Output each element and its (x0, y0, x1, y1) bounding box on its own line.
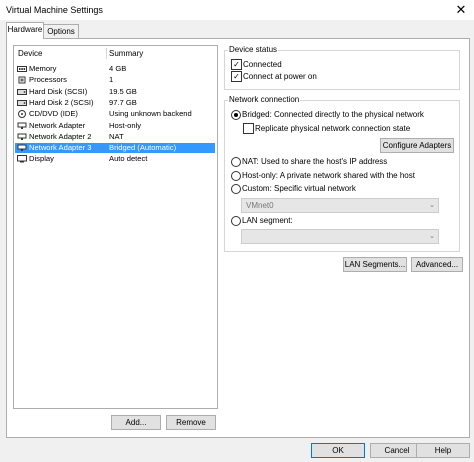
connect-at-power-on-label[interactable]: Connect at power on (243, 72, 317, 81)
host-only-radio[interactable] (231, 171, 241, 181)
device-row[interactable]: Hard Disk 2 (SCSI) 97.7 GB (15, 98, 215, 108)
ok-button[interactable]: OK (311, 443, 365, 458)
cd-dvd-icon (17, 110, 27, 119)
memory-icon (17, 65, 27, 73)
device-row[interactable]: Processors 1 (15, 75, 215, 85)
device-column-header[interactable]: Device (18, 49, 42, 58)
device-name: Hard Disk (SCSI) (29, 86, 88, 96)
title-bar: Virtual Machine Settings ✕ (0, 0, 474, 20)
device-summary: 1 (109, 75, 114, 85)
nat-radio[interactable] (231, 157, 241, 167)
device-row[interactable]: Network Adapter 3 Bridged (Automatic) (15, 143, 215, 154)
replicate-state-label[interactable]: Replicate physical network connection st… (255, 124, 410, 133)
lan-segment-label[interactable]: LAN segment: (242, 216, 293, 225)
device-status-title: Device status (228, 45, 279, 54)
connected-checkbox[interactable]: ✓ (231, 59, 242, 70)
device-name: Processors (29, 75, 67, 85)
device-name: Memory (29, 64, 57, 73)
device-summary: 19.5 GB (109, 86, 137, 96)
device-summary: 97.7 GB (109, 97, 137, 107)
device-row[interactable]: Network Adapter Host-only (15, 121, 215, 131)
nat-label[interactable]: NAT: Used to share the host's IP address (242, 157, 387, 166)
replicate-state-checkbox[interactable] (243, 123, 254, 134)
lan-segment-radio[interactable] (231, 216, 241, 226)
lan-segments-button[interactable]: LAN Segments... (343, 257, 407, 272)
custom-network-value: VMnet0 (246, 201, 274, 210)
tab-strip: Hardware Options (6, 22, 470, 39)
connected-label[interactable]: Connected (243, 60, 282, 69)
bridged-radio[interactable] (231, 110, 241, 120)
check-icon: ✓ (233, 72, 240, 81)
device-row[interactable]: Memory 4 GB (15, 64, 215, 74)
help-button[interactable]: Help (416, 443, 470, 458)
connect-at-power-on-checkbox[interactable]: ✓ (231, 71, 242, 82)
hard-disk-icon (17, 88, 27, 96)
configure-adapters-button[interactable]: Configure Adapters (380, 138, 454, 153)
chevron-down-icon: ⌄ (429, 233, 435, 240)
tab-hardware-label: Hardware (7, 25, 43, 34)
network-adapter-icon (17, 122, 27, 130)
device-row[interactable]: Display Auto detect (15, 154, 215, 164)
network-connection-title: Network connection (228, 95, 301, 104)
add-button[interactable]: Add... (111, 415, 161, 430)
column-separator[interactable] (106, 48, 107, 59)
device-row[interactable]: Hard Disk (SCSI) 19.5 GB (15, 87, 215, 97)
device-name: Hard Disk 2 (SCSI) (29, 97, 94, 107)
device-row[interactable]: Network Adapter 2 NAT (15, 132, 215, 142)
window-title: Virtual Machine Settings (6, 5, 103, 15)
device-name: Network Adapter 3 (29, 143, 92, 153)
bridged-label[interactable]: Bridged: Connected directly to the physi… (242, 110, 424, 119)
custom-label[interactable]: Custom: Specific virtual network (242, 184, 356, 193)
device-summary: NAT (109, 131, 124, 141)
custom-radio[interactable] (231, 184, 241, 194)
chevron-down-icon: ⌄ (429, 202, 435, 209)
device-summary: Auto detect (109, 154, 148, 164)
hard-disk-icon (17, 99, 27, 107)
host-only-label[interactable]: Host-only: A private network shared with… (242, 171, 415, 180)
device-name: Network Adapter (29, 120, 86, 130)
custom-network-select[interactable]: VMnet0 ⌄ (241, 198, 439, 213)
remove-button[interactable]: Remove (166, 415, 216, 430)
tab-options-label: Options (47, 27, 75, 36)
device-row[interactable]: CD/DVD (IDE) Using unknown backend (15, 109, 215, 119)
device-summary: 4 GB (109, 64, 127, 73)
tab-hardware[interactable]: Hardware (6, 22, 44, 39)
tab-options[interactable]: Options (43, 24, 79, 39)
network-adapter-icon (17, 144, 27, 152)
device-summary: Host-only (109, 120, 142, 130)
summary-column-header[interactable]: Summary (109, 49, 143, 58)
device-name: Display (29, 154, 54, 164)
check-icon: ✓ (233, 60, 240, 69)
advanced-button[interactable]: Advanced... (411, 257, 463, 272)
close-icon[interactable]: ✕ (452, 2, 470, 18)
device-name: CD/DVD (IDE) (29, 109, 78, 119)
network-adapter-icon (17, 133, 27, 141)
device-name: Network Adapter 2 (29, 131, 92, 141)
device-list[interactable]: Device Summary Memory 4 GB Processors 1 Hard… (13, 45, 218, 409)
device-status-group (224, 50, 460, 90)
display-icon (17, 155, 27, 163)
lan-segment-select[interactable]: ⌄ (241, 229, 439, 244)
device-summary: Using unknown backend (109, 109, 192, 119)
processor-icon (17, 76, 27, 84)
device-summary: Bridged (Automatic) (109, 143, 177, 153)
